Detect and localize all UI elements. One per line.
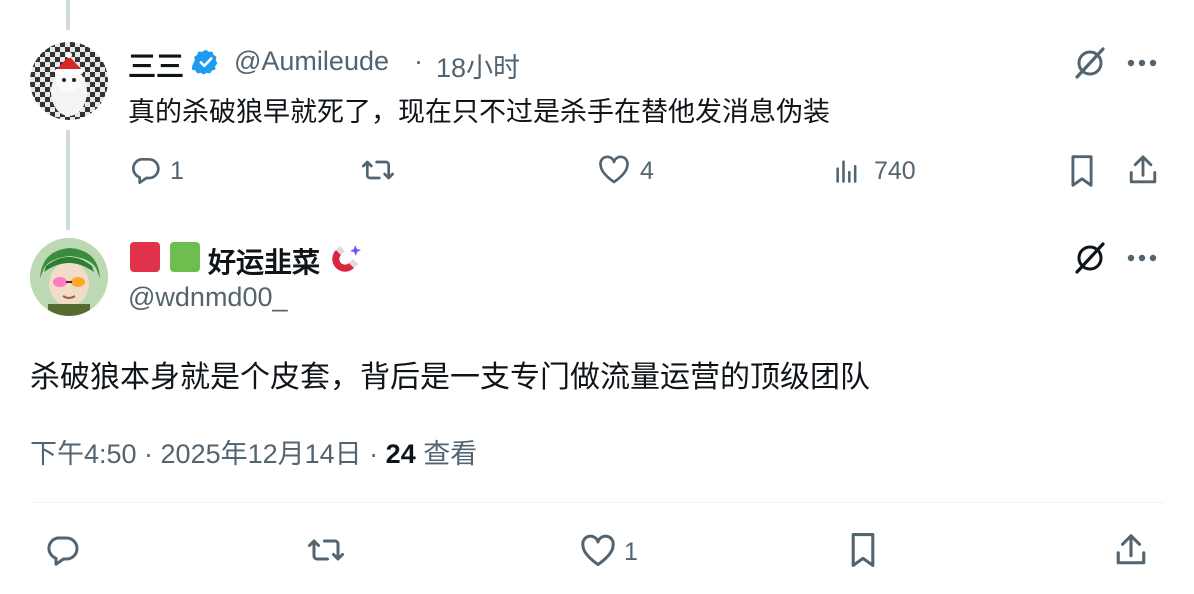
like-icon[interactable] <box>578 532 618 570</box>
share-icon[interactable] <box>1126 152 1160 188</box>
magnet-icon <box>326 240 364 278</box>
reply-icon[interactable] <box>42 530 82 570</box>
divider <box>30 502 1164 503</box>
like-icon[interactable] <box>597 154 631 186</box>
repost-icon[interactable] <box>360 153 396 187</box>
main-post-view-label: 查看 <box>415 439 478 469</box>
views-icon[interactable] <box>832 155 862 187</box>
red-square-icon <box>128 240 162 274</box>
parent-view-count: 740 <box>874 157 916 185</box>
main-like-count: 1 <box>624 538 638 566</box>
bookmark-icon[interactable] <box>846 530 880 570</box>
grok-icon[interactable] <box>1072 240 1108 276</box>
main-handle[interactable]: @wdnmd00_ <box>128 282 288 313</box>
parent-time[interactable]: 18小时 <box>436 46 520 85</box>
parent-like-count: 4 <box>640 157 654 185</box>
parent-handle[interactable]: @Aumileude <box>234 46 389 77</box>
thread-line-bottom <box>66 130 70 230</box>
main-post-view-count: 24 <box>385 439 416 469</box>
thread-line-top <box>66 0 70 30</box>
main-avatar[interactable] <box>30 238 108 316</box>
main-post-text: 杀破狼本身就是个皮套，背后是一支专门做流量运营的顶级团队 <box>30 361 870 394</box>
main-display-name[interactable]: 好运韭菜 <box>208 241 320 281</box>
green-square-icon <box>168 240 202 274</box>
main-post-timestamp-row: 下午4:50 · 2025年12月14日 · 24 查看 <box>30 432 477 471</box>
share-icon[interactable] <box>1112 530 1150 570</box>
main-post-timestamp[interactable]: 下午4:50 · 2025年12月14日 · <box>30 439 386 469</box>
parent-display-name[interactable]: 三三 <box>128 45 184 85</box>
parent-reply-count: 1 <box>170 157 184 185</box>
repost-icon[interactable] <box>304 530 348 570</box>
parent-meta-separator: · <box>414 46 423 76</box>
verified-badge-icon <box>191 47 221 77</box>
more-icon[interactable] <box>1125 243 1159 273</box>
parent-post-text: 真的杀破狼早就死了，现在只不过是杀手在替他发消息伪装 <box>128 97 830 127</box>
reply-icon[interactable] <box>128 153 162 187</box>
bookmark-icon[interactable] <box>1066 153 1098 189</box>
grok-icon[interactable] <box>1072 45 1108 81</box>
parent-avatar[interactable] <box>30 42 108 120</box>
more-icon[interactable] <box>1125 48 1159 78</box>
